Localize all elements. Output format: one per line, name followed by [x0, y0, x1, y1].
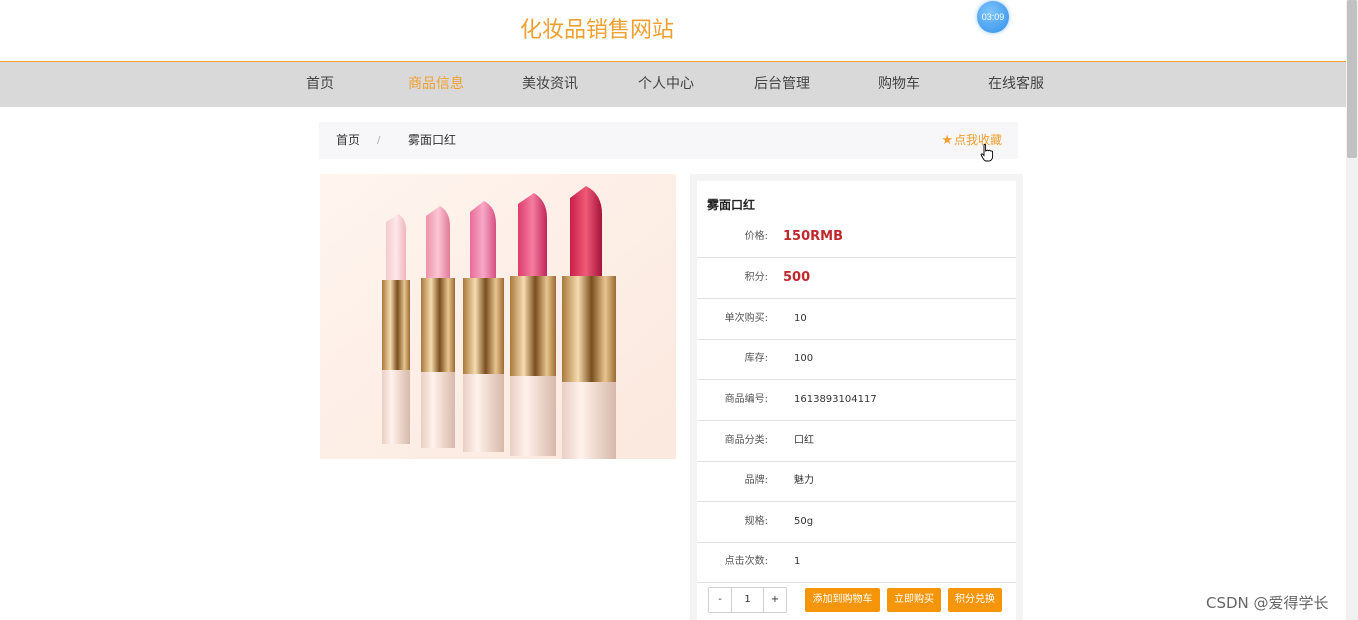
page-scrollbar[interactable] — [1346, 0, 1358, 620]
single-purchase-label: 单次购买: — [724, 313, 768, 324]
product-name: 雾面口红 — [707, 198, 756, 212]
points-row: 积分: 500 — [697, 258, 1016, 299]
clicks-label: 点击次数: — [724, 556, 768, 567]
price-value: 150RMB — [783, 229, 843, 244]
main-nav: 首页 商品信息 美妆资讯 个人中心 后台管理 购物车 在线客服 — [0, 61, 1346, 107]
product-code-value: 1613893104117 — [794, 394, 877, 405]
breadcrumb-separator: / — [377, 135, 381, 146]
breadcrumb: 首页 / 雾面口红 ★点我收藏 — [319, 122, 1018, 159]
lipstick-image — [320, 174, 676, 459]
stock-label: 库存: — [744, 353, 768, 364]
nav-item-admin[interactable]: 后台管理 — [754, 62, 810, 107]
nav-item-personal-center[interactable]: 个人中心 — [638, 62, 694, 107]
price-label: 价格: — [744, 231, 768, 242]
points-label: 积分: — [744, 272, 768, 283]
watermark: CSDN @爱得学长 — [1206, 594, 1329, 612]
single-purchase-value: 10 — [794, 313, 807, 324]
stock-row: 库存: 100 — [697, 339, 1016, 380]
header: 化妆品销售网站 03:09 — [0, 0, 1346, 61]
quantity-input[interactable]: 1 — [731, 588, 764, 612]
add-to-cart-button[interactable]: 添加到购物车 — [805, 588, 880, 612]
quantity-stepper: - 1 + — [708, 587, 787, 613]
favorite-label: 点我收藏 — [953, 133, 1002, 147]
product-image — [320, 174, 676, 459]
spec-row: 规格: 50g — [697, 502, 1016, 543]
brand-label: 品牌: — [744, 475, 768, 486]
points-value: 500 — [783, 270, 811, 285]
breadcrumb-current: 雾面口红 — [408, 133, 457, 147]
brand-row: 品牌: 魅力 — [697, 461, 1016, 502]
site-title: 化妆品销售网站 — [520, 18, 675, 43]
category-label: 商品分类: — [724, 435, 768, 446]
star-icon: ★ — [941, 133, 953, 148]
product-code-row: 商品编号: 1613893104117 — [697, 380, 1016, 421]
price-row: 价格: 150RMB — [697, 217, 1016, 258]
single-purchase-row: 单次购买: 10 — [697, 299, 1016, 340]
nav-item-beauty-news[interactable]: 美妆资讯 — [522, 62, 578, 107]
category-row: 商品分类: 口红 — [697, 421, 1016, 462]
clicks-row: 点击次数: 1 — [697, 542, 1016, 583]
stock-value: 100 — [794, 353, 814, 364]
clicks-value: 1 — [794, 556, 801, 567]
breadcrumb-home[interactable]: 首页 — [336, 122, 360, 159]
nav-item-cart[interactable]: 购物车 — [878, 62, 920, 107]
product-info-panel: 雾面口红 价格: 150RMB 积分: 500 单次购买: 10 库存: 100… — [690, 174, 1023, 620]
spec-value: 50g — [794, 516, 814, 527]
nav-item-home[interactable]: 首页 — [306, 62, 334, 107]
brand-value: 魅力 — [794, 475, 814, 486]
hand-cursor-icon — [980, 144, 994, 162]
buy-now-button[interactable]: 立即购买 — [887, 588, 941, 612]
scrollbar-thumb[interactable] — [1347, 0, 1357, 158]
quantity-plus-button[interactable]: + — [764, 588, 786, 612]
category-value: 口红 — [794, 435, 814, 446]
points-exchange-button[interactable]: 积分兑换 — [948, 588, 1002, 612]
nav-item-products[interactable]: 商品信息 — [408, 62, 464, 107]
quantity-minus-button[interactable]: - — [709, 588, 731, 612]
product-code-label: 商品编号: — [724, 394, 768, 405]
timer-badge[interactable]: 03:09 — [977, 1, 1009, 33]
spec-label: 规格: — [744, 516, 768, 527]
nav-item-online-service[interactable]: 在线客服 — [988, 62, 1044, 107]
product-info-card: 雾面口红 价格: 150RMB 积分: 500 单次购买: 10 库存: 100… — [697, 181, 1016, 620]
